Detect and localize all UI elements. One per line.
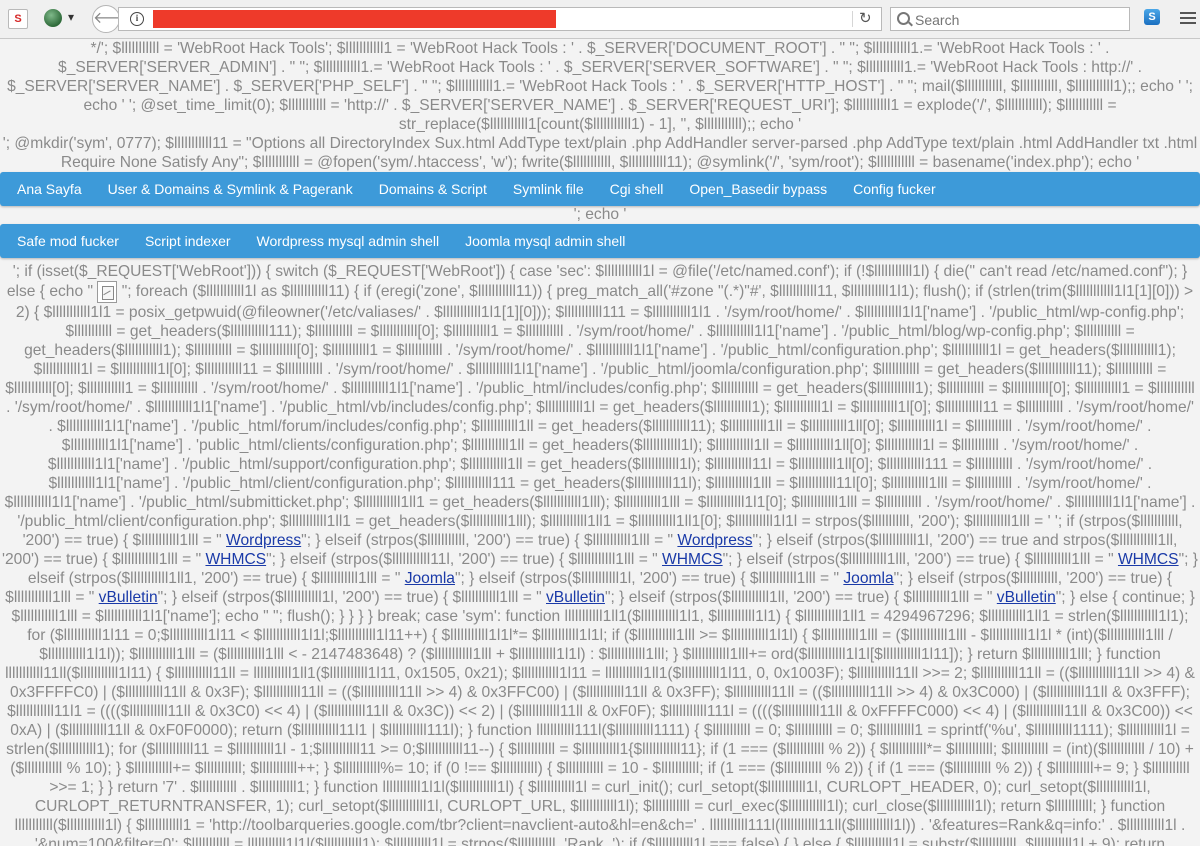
reload-icon[interactable]: ↻ xyxy=(859,9,872,27)
joomla-link[interactable]: Joomla xyxy=(843,570,893,587)
nav-safe-mod[interactable]: Safe mod fucker xyxy=(4,224,132,258)
code-seg: "; } elseif (strpos($lllllllllll, '200')… xyxy=(301,532,678,549)
whmcs-link[interactable]: WHMCS xyxy=(662,551,723,568)
code-seg-after: "; foreach ($lllllllllll1l as $lllllllll… xyxy=(4,283,1196,549)
code-seg-tail: "; } else { continue; } $lllllllllll1lll… xyxy=(5,589,1195,846)
secondary-navbar: Safe mod fucker Script indexer Wordpress… xyxy=(0,224,1200,258)
nav-joomla-admin-shell[interactable]: Joomla mysql admin shell xyxy=(452,224,638,258)
code-text-1: */'; $lllllllllll = 'WebRoot Hack Tools'… xyxy=(7,40,1193,133)
code-seg: "; } elseif (strpos($lllllllllll1l, '200… xyxy=(157,589,546,606)
joomla-link[interactable]: Joomla xyxy=(405,570,455,587)
vbulletin-link[interactable]: vBulletin xyxy=(997,589,1056,606)
wordpress-link[interactable]: Wordpress xyxy=(226,532,301,549)
code-text-3: '; if (isset($_REQUEST['WebRoot'])) { sw… xyxy=(0,262,1200,846)
extension-icon[interactable]: S xyxy=(1144,9,1160,25)
nav-open-basedir[interactable]: Open_Basedir bypass xyxy=(676,172,840,206)
code-echo: '; echo ' xyxy=(573,206,627,223)
redacted-url xyxy=(153,10,556,28)
code-seg: "; } elseif (strpos($lllllllllll1ll, '20… xyxy=(604,589,997,606)
nav-symlink-file[interactable]: Symlink file xyxy=(500,172,597,206)
nav-user-domains-symlink[interactable]: User & Domains & Symlink & Pagerank xyxy=(95,172,366,206)
info-icon[interactable]: i xyxy=(130,12,144,26)
main-navbar: Ana Sayfa User & Domains & Symlink & Pag… xyxy=(0,172,1200,206)
wordpress-link[interactable]: Wordpress xyxy=(677,532,752,549)
nav-wordpress-admin-shell[interactable]: Wordpress mysql admin shell xyxy=(244,224,453,258)
broken-image-icon xyxy=(97,281,118,303)
code-text-2: '; @mkdir('sym', 0777); $lllllllllll11 =… xyxy=(2,135,1198,171)
url-bar[interactable]: i ↻ xyxy=(118,7,882,31)
nav-script-indexer[interactable]: Script indexer xyxy=(132,224,244,258)
search-icon xyxy=(897,12,910,25)
back-button[interactable]: 🡐 xyxy=(92,5,136,33)
s-extension-icon[interactable]: S xyxy=(8,9,28,29)
url-divider xyxy=(852,11,853,27)
browser-toolbar: S ▾ 🡐 i ↻ S xyxy=(0,0,1200,39)
page-content: */'; $lllllllllll = 'WebRoot Hack Tools'… xyxy=(0,39,1200,846)
chevron-down-icon: ▾ xyxy=(68,10,75,24)
nav-cgi-shell[interactable]: Cgi shell xyxy=(597,172,677,206)
search-bar[interactable] xyxy=(890,7,1130,31)
globe-icon xyxy=(44,9,62,27)
site-identity-button[interactable]: ▾ xyxy=(44,9,80,29)
code-seg: "; } elseif (strpos($lllllllllll1lll, '2… xyxy=(722,551,1118,568)
code-seg: "; } elseif (strpos($lllllllllll1l, '200… xyxy=(454,570,844,587)
nav-ana-sayfa[interactable]: Ana Sayfa xyxy=(4,172,95,206)
vbulletin-link[interactable]: vBulletin xyxy=(99,589,158,606)
whmcs-link[interactable]: WHMCS xyxy=(205,551,266,568)
whmcs-link[interactable]: WHMCS xyxy=(1118,551,1179,568)
search-input[interactable] xyxy=(913,10,1127,30)
vbulletin-link[interactable]: vBulletin xyxy=(546,589,605,606)
hamburger-menu-icon[interactable] xyxy=(1180,9,1196,25)
nav-config-fucker[interactable]: Config fucker xyxy=(840,172,948,206)
code-seg: "; } elseif (strpos($lllllllllll11l, '20… xyxy=(266,551,662,568)
nav-domains-script[interactable]: Domains & Script xyxy=(366,172,500,206)
